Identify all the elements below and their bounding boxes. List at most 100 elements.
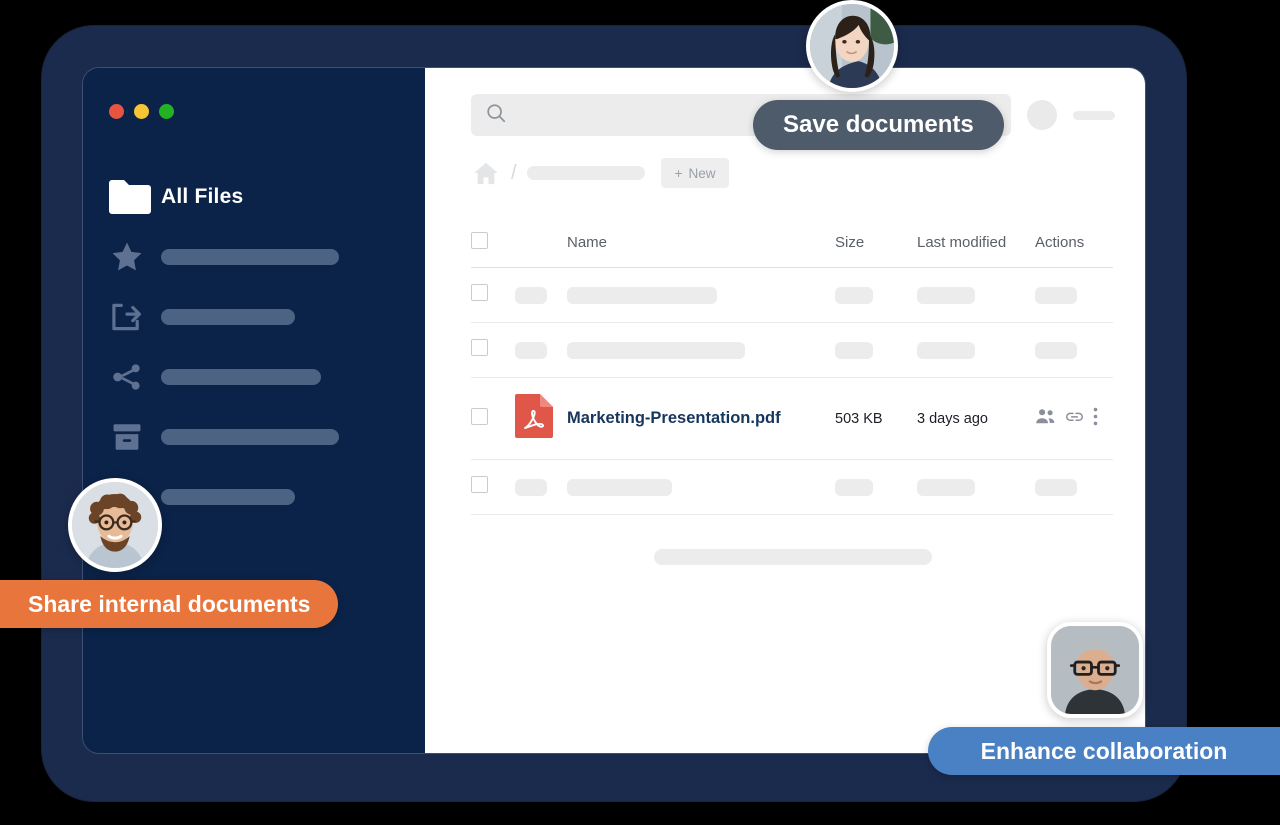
row-actions-cell <box>1035 268 1113 323</box>
row-select-cell <box>471 378 515 460</box>
close-button[interactable] <box>109 104 124 119</box>
column-header-last-modified[interactable]: Last modified <box>917 232 1035 268</box>
minimize-button[interactable] <box>134 104 149 119</box>
app-window: All Files <box>83 68 1145 753</box>
row-icon-cell <box>515 460 567 515</box>
row-checkbox[interactable] <box>471 284 488 301</box>
avatar[interactable] <box>1027 100 1057 130</box>
file-icon-placeholder <box>515 342 547 359</box>
share-network-icon <box>109 361 161 393</box>
menu-placeholder[interactable] <box>1073 111 1115 120</box>
row-icon-cell <box>515 378 567 460</box>
sidebar-item-starred[interactable] <box>83 227 425 287</box>
file-size-placeholder <box>835 342 873 359</box>
column-header-name[interactable]: Name <box>567 232 835 268</box>
row-size-cell: 503 KB <box>835 378 917 460</box>
row-modified-cell <box>917 460 1035 515</box>
table-row[interactable] <box>471 323 1113 378</box>
row-checkbox[interactable] <box>471 476 488 493</box>
file-actions-placeholder <box>1035 479 1077 496</box>
row-modified-cell <box>917 323 1035 378</box>
archive-box-icon <box>109 420 161 454</box>
new-button-label: New <box>688 166 715 181</box>
row-modified-cell <box>917 268 1035 323</box>
file-name-placeholder <box>567 479 672 496</box>
column-header-size[interactable]: Size <box>835 232 917 268</box>
table-footer-placeholder <box>654 549 932 565</box>
file-actions-placeholder <box>1035 287 1077 304</box>
sidebar-item-all-files[interactable]: All Files <box>83 167 425 227</box>
file-actions-placeholder <box>1035 342 1077 359</box>
row-name-cell <box>567 323 835 378</box>
home-icon[interactable] <box>471 160 501 187</box>
row-name-cell: Marketing-Presentation.pdf <box>567 378 835 460</box>
table-row-marketing-presentation[interactable]: Marketing-Presentation.pdf 503 KB 3 days… <box>471 378 1113 460</box>
folder-icon <box>109 180 161 214</box>
sidebar-item-placeholder <box>161 489 295 505</box>
breadcrumb: / + New <box>471 158 1115 188</box>
star-icon <box>109 240 161 274</box>
pdf-file-icon <box>515 425 553 442</box>
file-icon-placeholder <box>515 287 547 304</box>
breadcrumb-separator: / <box>511 162 517 185</box>
row-actions-cell <box>1035 323 1113 378</box>
file-modified-placeholder <box>917 342 975 359</box>
row-modified-cell: 3 days ago <box>917 378 1035 460</box>
search-icon <box>485 102 507 129</box>
sidebar-item-label: All Files <box>161 185 243 209</box>
sidebar-item-placeholder <box>161 369 321 385</box>
file-size-placeholder <box>835 287 873 304</box>
row-select-cell <box>471 460 515 515</box>
sidebar-item-shared-with-you[interactable] <box>83 347 425 407</box>
row-select-cell <box>471 268 515 323</box>
table-header-row: Name Size Last modified Actions <box>471 232 1113 268</box>
table-row[interactable] <box>471 460 1113 515</box>
select-all-checkbox[interactable] <box>471 232 488 249</box>
main-content: / + New Name Size Last modif <box>425 68 1145 753</box>
select-all-header <box>471 232 515 268</box>
share-export-icon <box>109 301 161 333</box>
row-select-cell <box>471 323 515 378</box>
sidebar-item-placeholder <box>161 429 339 445</box>
file-size-placeholder <box>835 479 873 496</box>
file-size: 503 KB <box>835 411 883 427</box>
avatar-woman <box>806 0 898 92</box>
badge-enhance-collaboration-label: Enhance collaboration <box>981 738 1228 765</box>
sidebar-item-shared-by-you[interactable] <box>83 287 425 347</box>
file-icon-placeholder <box>515 479 547 496</box>
badge-enhance-collaboration[interactable]: Enhance collaboration <box>928 727 1280 775</box>
file-name-placeholder <box>567 287 717 304</box>
badge-share-internal-documents-label: Share internal documents <box>28 591 310 618</box>
table-row[interactable] <box>471 268 1113 323</box>
plus-icon: + <box>675 166 683 181</box>
row-icon-cell <box>515 268 567 323</box>
row-actions-cell <box>1035 378 1113 460</box>
row-size-cell <box>835 268 917 323</box>
file-name-placeholder <box>567 342 745 359</box>
sidebar-item-archive[interactable] <box>83 407 425 467</box>
avatar-man-curly <box>68 478 162 572</box>
badge-save-documents[interactable]: Save documents <box>753 100 1004 150</box>
row-actions-cell <box>1035 460 1113 515</box>
badge-share-internal-documents[interactable]: Share internal documents <box>0 580 338 628</box>
column-header-actions: Actions <box>1035 232 1113 268</box>
sidebar-item-placeholder <box>161 249 339 265</box>
row-icon-cell <box>515 323 567 378</box>
row-name-cell <box>567 460 835 515</box>
file-modified-placeholder <box>917 287 975 304</box>
file-name[interactable]: Marketing-Presentation.pdf <box>567 409 781 427</box>
row-name-cell <box>567 268 835 323</box>
link-icon[interactable] <box>1065 408 1084 430</box>
sidebar-item-placeholder <box>161 309 295 325</box>
screenshot-stage: All Files <box>0 0 1280 825</box>
row-checkbox[interactable] <box>471 408 488 425</box>
new-button[interactable]: + New <box>661 158 730 188</box>
sidebar: All Files <box>83 68 425 753</box>
row-checkbox[interactable] <box>471 339 488 356</box>
row-action-icons <box>1035 407 1113 431</box>
more-vertical-icon[interactable] <box>1093 407 1098 431</box>
shared-users-icon[interactable] <box>1035 408 1056 430</box>
window-traffic-lights <box>83 88 425 119</box>
maximize-button[interactable] <box>159 104 174 119</box>
breadcrumb-current-placeholder[interactable] <box>527 166 645 180</box>
